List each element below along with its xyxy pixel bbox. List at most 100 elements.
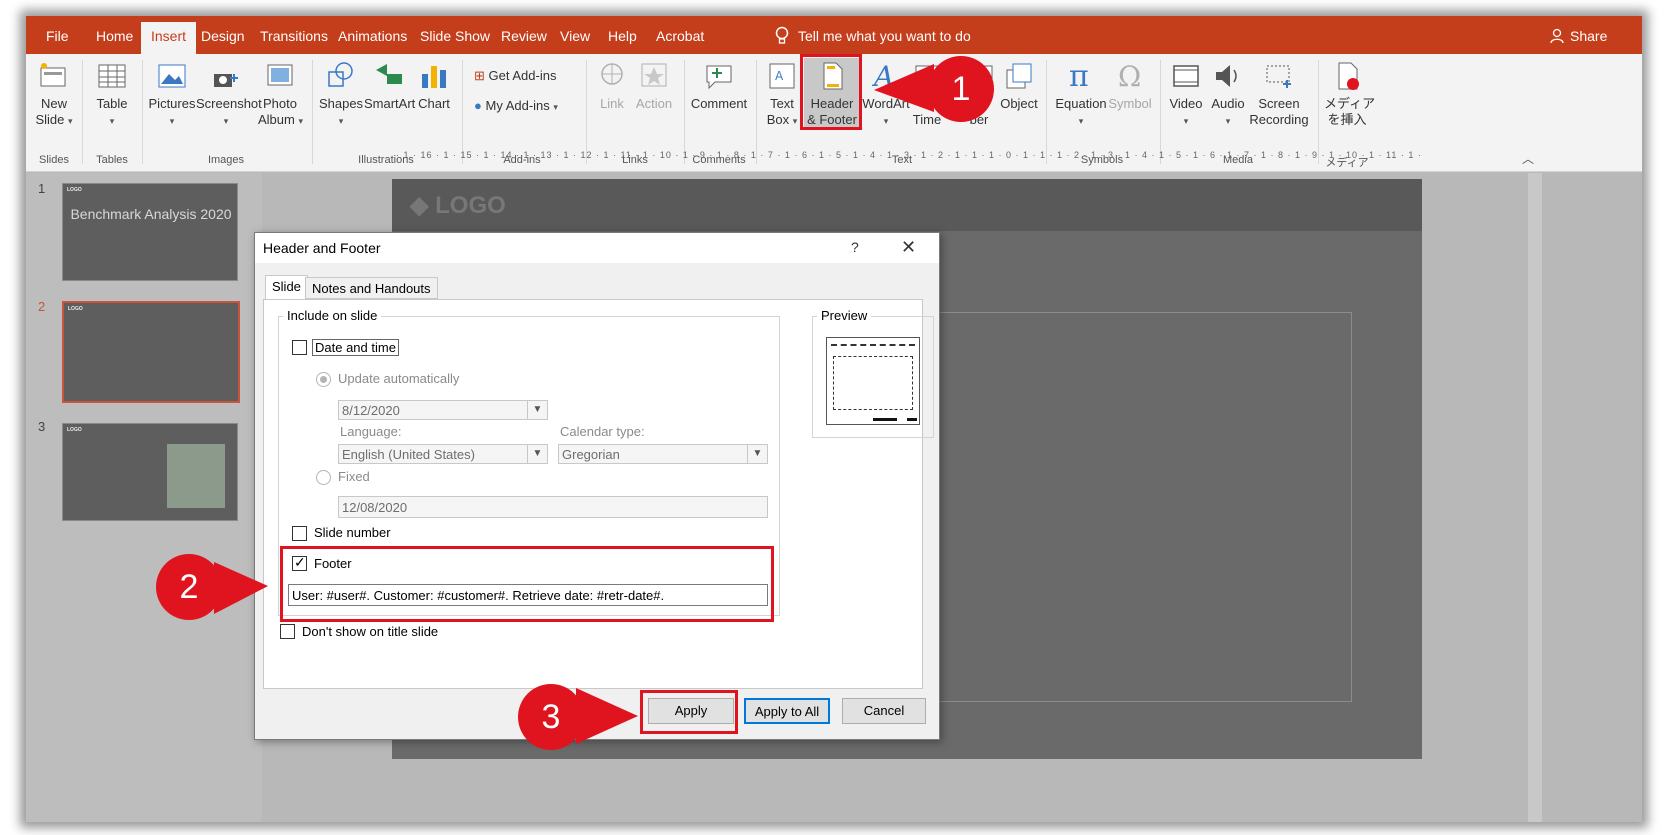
slide-thumbnail-1[interactable]: LOGO Benchmark Analysis 2020 [62, 183, 238, 281]
smartart-button[interactable]: SmartArt [364, 60, 415, 112]
vertical-scrollbar[interactable] [1528, 173, 1542, 822]
preview-body-box [833, 356, 913, 410]
group-label-images: Images [207, 154, 245, 166]
preview-slide-number-mark [907, 418, 917, 421]
action-button[interactable]: Action [632, 60, 676, 112]
symbol-button[interactable]: Ω Symbol [1108, 60, 1152, 112]
screenshot-button[interactable]: Screenshot ▾ [196, 60, 262, 129]
tab-help[interactable]: Help [608, 28, 637, 44]
table-icon [98, 64, 126, 88]
preview-group: Preview [812, 308, 934, 438]
chart-icon [422, 66, 446, 88]
language-select[interactable]: English (United States) ▼ [338, 444, 548, 464]
group-label-tables: Tables [96, 154, 128, 166]
new-slide-icon [40, 63, 66, 87]
tell-me-search[interactable]: Tell me what you want to do [798, 28, 971, 44]
group-separator [462, 60, 463, 164]
acrobat-media-icon [1338, 62, 1359, 90]
chart-button[interactable]: Chart [416, 60, 452, 112]
photo-album-button[interactable]: Photo Album ▾ [258, 60, 303, 129]
tab-home[interactable]: Home [96, 28, 133, 44]
fixed-date-input[interactable]: 12/08/2020 [338, 496, 768, 518]
slide-number-checkbox[interactable] [292, 526, 307, 541]
slide-logo: ◆ LOGO [410, 192, 506, 219]
chevron-down-icon: ▼ [527, 401, 547, 419]
new-slide-button[interactable]: New Slide ▾ [34, 60, 74, 129]
header-footer-dialog: Header and Footer ? ✕ Slide Notes and Ha… [254, 232, 940, 740]
comment-button[interactable]: Comment [690, 60, 748, 112]
help-button[interactable]: ? [851, 239, 859, 255]
slide-header-band: ◆ LOGO [392, 179, 1422, 231]
collapse-ribbon-icon[interactable]: ︿ [1522, 150, 1534, 167]
share-button[interactable]: Share [1570, 28, 1607, 44]
thumbnail-logo: LOGO [67, 427, 82, 433]
tab-acrobat[interactable]: Acrobat [656, 28, 704, 44]
date-time-label: Date and time [312, 339, 399, 356]
calendar-type-label: Calendar type: [560, 424, 645, 439]
video-button[interactable]: Video ▾ [1166, 60, 1206, 129]
photo-album-icon [267, 64, 293, 86]
cancel-button[interactable]: Cancel [842, 698, 926, 724]
fixed-label: Fixed [338, 469, 370, 484]
content-placeholder[interactable] [932, 312, 1352, 702]
tab-review[interactable]: Review [501, 28, 547, 44]
tab-insert[interactable]: Insert [141, 22, 197, 54]
screen-recording-button[interactable]: Screen Recording [1248, 60, 1310, 128]
star-icon [641, 63, 667, 87]
chevron-down-icon: ▼ [527, 445, 547, 463]
slide-thumbnail-3[interactable]: LOGO [62, 423, 238, 521]
get-add-ins-button[interactable]: ⊞ Get Add-ins [474, 68, 556, 84]
globe-link-icon [601, 63, 623, 85]
equation-button[interactable]: π Equation ▾ [1052, 60, 1110, 129]
date-time-checkbox[interactable] [292, 340, 307, 355]
insert-media-button[interactable]: メディア を挿入 [1324, 60, 1375, 128]
preview-legend: Preview [817, 308, 872, 323]
tab-slide[interactable]: Slide [265, 275, 308, 301]
date-format-select[interactable]: 8/12/2020 ▼ [338, 400, 548, 420]
group-separator [684, 60, 685, 164]
comment-icon [706, 65, 732, 90]
calendar-type-select[interactable]: Gregorian ▼ [558, 444, 768, 464]
tab-transitions[interactable]: Transitions [260, 28, 328, 44]
fixed-radio[interactable] [316, 470, 331, 485]
tab-panel: Include on slide Date and time Update au… [263, 299, 934, 689]
slide-thumbnail-2[interactable]: LOGO [62, 301, 240, 403]
dont-show-title-slide-checkbox[interactable] [280, 624, 295, 639]
camera-icon [214, 74, 238, 87]
tab-notes-handouts[interactable]: Notes and Handouts [305, 277, 438, 299]
audio-button[interactable]: Audio ▾ [1208, 60, 1248, 129]
shapes-button[interactable]: Shapes ▾ [318, 60, 364, 129]
step-marker-3: 3 [518, 684, 584, 750]
dont-show-title-slide-label: Don't show on title slide [302, 624, 439, 639]
tab-animations[interactable]: Animations [338, 28, 407, 44]
store-icon: ⊞ [474, 68, 485, 83]
close-button[interactable]: ✕ [901, 237, 916, 258]
tab-view[interactable]: View [560, 28, 590, 44]
thumbnail-photo [167, 444, 225, 508]
dialog-title: Header and Footer [263, 240, 381, 256]
text-box-button[interactable]: A Text Box ▾ [762, 60, 802, 129]
update-automatically-radio[interactable] [316, 372, 331, 387]
person-icon [1550, 28, 1564, 44]
apply-to-all-button[interactable]: Apply to All [744, 698, 830, 724]
object-icon [1006, 63, 1032, 89]
tab-design[interactable]: Design [201, 28, 245, 44]
object-button[interactable]: Object [996, 60, 1042, 112]
app-window: File Home Insert Design Transitions Anim… [26, 16, 1642, 822]
marker-1-pointer [874, 64, 934, 112]
table-button[interactable]: Table ▾ [90, 60, 134, 129]
my-add-ins-button[interactable]: ● My Add-ins ▾ [474, 98, 558, 113]
picture-icon [158, 64, 186, 88]
link-button[interactable]: Link [592, 60, 632, 112]
marker-2-pointer [214, 562, 268, 614]
screen-recording-icon [1266, 65, 1291, 88]
group-separator [1318, 60, 1319, 164]
tab-slide-show[interactable]: Slide Show [420, 28, 490, 44]
smartart-icon [376, 64, 402, 84]
slide-number-label: 2 [38, 299, 46, 314]
menu-file[interactable]: File [46, 28, 69, 44]
group-separator [312, 60, 313, 164]
film-icon [1173, 65, 1199, 87]
shapes-icon [328, 62, 353, 87]
pictures-button[interactable]: Pictures ▾ [148, 60, 196, 129]
